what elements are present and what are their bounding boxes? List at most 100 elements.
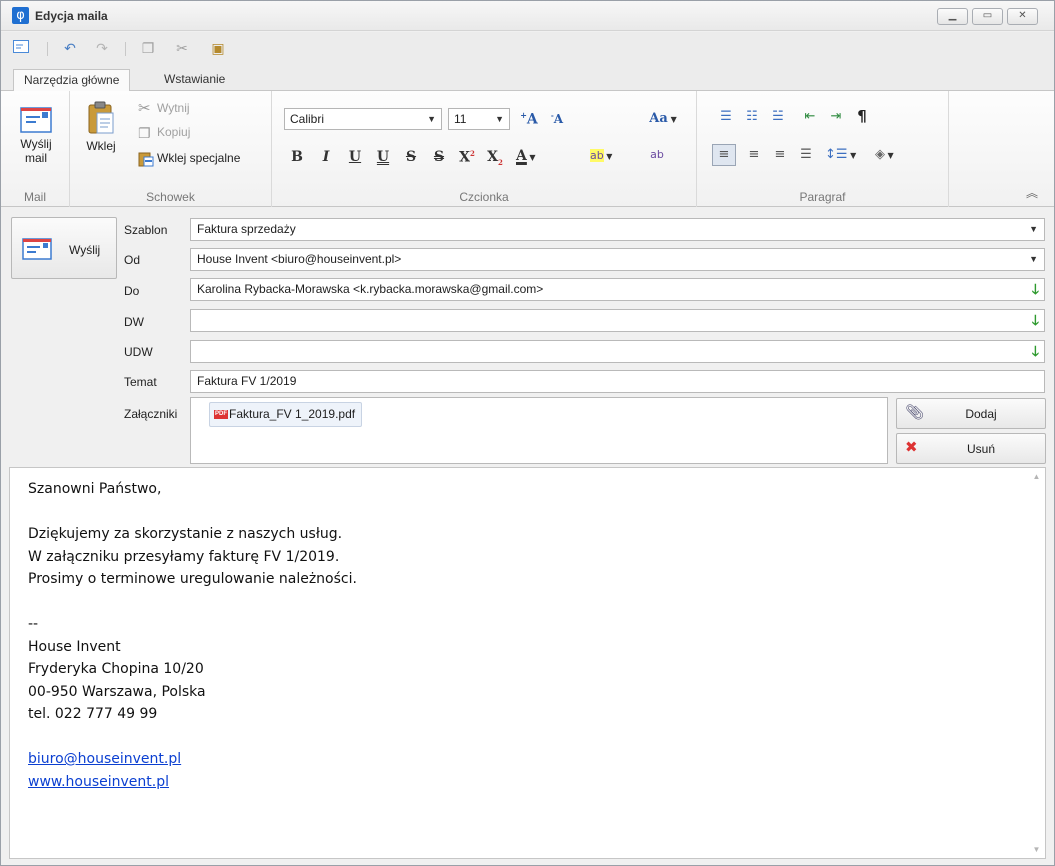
font-size-select[interactable]: 11 ▼ xyxy=(448,108,510,130)
website-link[interactable]: www.houseinvent.pl xyxy=(28,774,169,790)
font-size-value: 11 xyxy=(454,112,467,126)
body-line: Fryderyka Chopina 10/20 xyxy=(28,661,204,677)
subscript-button[interactable]: X2 xyxy=(486,149,504,167)
message-body-text[interactable]: Szanowni Państwo, Dziękujemy za skorzyst… xyxy=(28,478,357,793)
template-label: Szablon xyxy=(124,223,168,237)
bold-button[interactable]: B xyxy=(288,149,306,165)
cut-icon[interactable]: ✂ xyxy=(173,40,191,57)
redo-icon[interactable]: ↷ xyxy=(93,40,111,57)
phi-icon: φ xyxy=(12,7,29,24)
title-bar: φ Edycja maila ▁ ▭ ✕ xyxy=(1,1,1054,31)
window-title: Edycja maila xyxy=(35,9,108,23)
from-label: Od xyxy=(124,253,141,267)
increase-indent-icon[interactable]: ⇥ xyxy=(827,109,845,124)
cc-field[interactable]: 🡓 xyxy=(190,309,1045,332)
align-right-button[interactable]: ≡ xyxy=(771,147,789,162)
paint-bucket-icon: ◈ xyxy=(875,147,885,162)
bullet-list-icon[interactable]: ☰ xyxy=(717,109,735,124)
paste-icon[interactable]: ▣ xyxy=(209,40,227,57)
attachments-list[interactable]: PDF Faktura_FV 1_2019.pdf xyxy=(190,397,888,464)
font-family-select[interactable]: Calibri ▼ xyxy=(284,108,442,130)
send-button[interactable]: Wyślij xyxy=(11,217,117,279)
pdf-file-icon: PDF xyxy=(214,410,228,420)
toolbar-separator xyxy=(125,42,126,56)
italic-button[interactable]: I xyxy=(317,149,335,165)
scroll-down-icon[interactable]: ▼ xyxy=(1028,845,1045,854)
email-editor-window: φ Edycja maila ▁ ▭ ✕ ↶ ↷ ❐ ✂ ▣ Narzędzia… xyxy=(0,0,1055,866)
paste-button[interactable]: Wklej xyxy=(81,101,121,153)
send-mail-button[interactable]: Wyślij mail xyxy=(13,107,59,165)
subject-label: Temat xyxy=(124,375,157,389)
green-down-arrow-icon[interactable]: 🡓 xyxy=(1032,281,1039,298)
maximize-button[interactable]: ▭ xyxy=(972,8,1003,25)
bcc-field[interactable]: 🡓 xyxy=(190,340,1045,363)
multilevel-list-icon[interactable]: ☱ xyxy=(769,109,787,124)
strikethrough-button[interactable]: S xyxy=(402,149,420,165)
highlight-color-button[interactable]: ab ▼ xyxy=(590,148,626,163)
vertical-scrollbar[interactable]: ▲ ▼ xyxy=(1028,468,1045,858)
message-header: Wyślij Szablon Faktura sprzedaży ▼ Od Ho… xyxy=(1,208,1054,466)
paste-special-button[interactable]: Wklej specjalne xyxy=(138,151,240,167)
grow-font-button[interactable]: +A xyxy=(518,110,540,128)
scroll-up-icon[interactable]: ▲ xyxy=(1028,472,1045,481)
collapse-ribbon-icon[interactable]: ︽ xyxy=(1026,184,1038,201)
group-label-paragraph: Paragraf xyxy=(799,190,846,204)
decrease-indent-icon[interactable]: ⇤ xyxy=(801,109,819,124)
tab-insert[interactable]: Wstawianie xyxy=(154,69,235,92)
message-body-editor[interactable]: Szanowni Państwo, Dziękujemy za skorzyst… xyxy=(9,467,1046,859)
superscript-button[interactable]: X2 xyxy=(458,149,476,166)
copy-label: Kopiuj xyxy=(157,125,191,140)
align-center-button[interactable]: ≡ xyxy=(745,147,763,162)
copy-button[interactable]: ❐ Kopiuj xyxy=(138,125,190,141)
line-spacing-button[interactable]: ↕☰ ▼ xyxy=(825,147,865,162)
chevron-down-icon: ▼ xyxy=(1029,224,1038,234)
close-button[interactable]: ✕ xyxy=(1007,8,1038,25)
email-link[interactable]: biuro@houseinvent.pl xyxy=(28,751,181,767)
align-center-icon: ≡ xyxy=(748,147,760,162)
ribbon: Wyślij mail Mail Wklej ✂ Wytnij ❐ Kopiuj… xyxy=(1,91,1054,207)
send-mail-label-2: mail xyxy=(24,151,47,165)
body-line: House Invent xyxy=(28,638,121,655)
undo-icon[interactable]: ↶ xyxy=(61,40,79,57)
shrink-font-button[interactable]: -A xyxy=(546,111,568,126)
numbered-list-icon[interactable]: ☷ xyxy=(743,109,761,124)
shading-button[interactable]: ◈ ▼ xyxy=(875,147,915,162)
to-field[interactable]: Karolina Rybacka-Morawska <k.rybacka.mor… xyxy=(190,278,1045,301)
minimize-button[interactable]: ▁ xyxy=(937,8,968,25)
template-select[interactable]: Faktura sprzedaży ▼ xyxy=(190,218,1045,241)
show-formatting-button[interactable]: ¶ xyxy=(853,107,871,125)
copy-icon[interactable]: ❐ xyxy=(139,40,157,57)
change-case-button[interactable]: Aa ▼ xyxy=(646,111,680,126)
double-strikethrough-button[interactable]: S xyxy=(430,149,448,165)
add-attachment-button[interactable]: 📎︎ Dodaj xyxy=(896,398,1046,429)
attachment-item[interactable]: PDF Faktura_FV 1_2019.pdf xyxy=(209,402,363,427)
double-underline-button[interactable]: U xyxy=(374,149,392,165)
remove-attachment-button[interactable]: ✖ Usuń xyxy=(896,433,1046,464)
line-spacing-icon: ↕☰ xyxy=(825,147,848,162)
clear-formatting-button[interactable]: ab xyxy=(648,147,666,162)
send-button-label: Wyślij xyxy=(69,243,101,257)
group-label-clipboard: Schowek xyxy=(146,190,195,204)
send-mail-icon[interactable] xyxy=(12,40,30,57)
align-left-button[interactable]: ≡ xyxy=(712,144,736,166)
chevron-down-icon: ▼ xyxy=(1029,254,1038,264)
justify-button[interactable]: ☰ xyxy=(797,147,815,162)
highlighter-icon: ab xyxy=(590,149,604,162)
body-line xyxy=(28,591,357,614)
attachment-name: Faktura_FV 1_2019.pdf xyxy=(229,407,356,421)
add-attachment-label: Dodaj xyxy=(965,407,997,421)
tab-home[interactable]: Narzędzia główne xyxy=(13,69,131,92)
mail-envelope-icon xyxy=(20,107,52,133)
font-color-button[interactable]: A ▼ xyxy=(516,148,552,164)
green-down-arrow-icon[interactable]: 🡓 xyxy=(1032,343,1039,360)
green-down-arrow-icon[interactable]: 🡓 xyxy=(1032,312,1039,329)
align-left-icon: ≡ xyxy=(718,147,730,162)
underline-button[interactable]: U xyxy=(346,149,364,165)
from-value: House Invent <biuro@houseinvent.pl> xyxy=(197,252,402,266)
send-mail-label-1: Wyślij xyxy=(20,137,52,151)
group-font: Calibri ▼ 11 ▼ +A -A Aa ▼ B I U U S S X2… xyxy=(272,91,697,207)
paste-label: Wklej xyxy=(86,139,116,153)
cut-button[interactable]: ✂ Wytnij xyxy=(138,101,190,117)
from-select[interactable]: House Invent <biuro@houseinvent.pl> ▼ xyxy=(190,248,1045,271)
subject-field[interactable]: Faktura FV 1/2019 xyxy=(190,370,1045,393)
